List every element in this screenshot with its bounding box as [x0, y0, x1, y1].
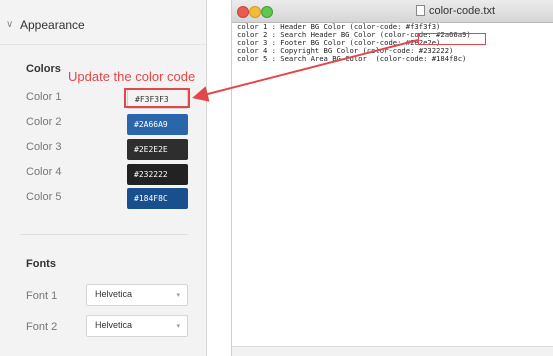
annotation-arrow-icon [192, 39, 419, 102]
